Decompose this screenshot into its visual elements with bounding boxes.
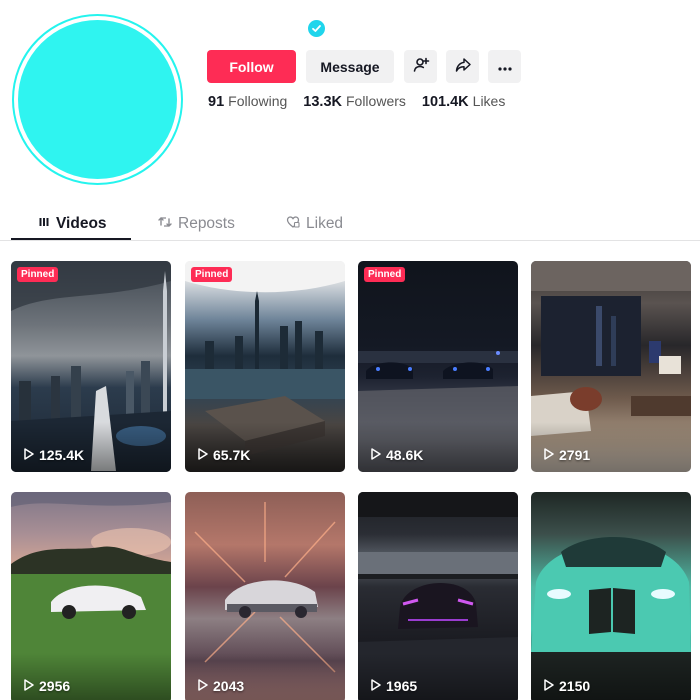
share-button[interactable] (446, 50, 479, 83)
repost-icon (158, 215, 172, 234)
more-icon (497, 59, 513, 75)
view-count-value: 2150 (559, 678, 591, 694)
view-count: 1965 (371, 678, 417, 694)
view-count-value: 125.4K (39, 447, 85, 463)
tab-reposts[interactable]: Reposts (158, 211, 235, 237)
share-icon (454, 56, 472, 77)
tab-videos-label: Videos (56, 215, 107, 232)
video-card[interactable]: Pinned 125.4K (11, 261, 171, 472)
avatar[interactable] (12, 14, 183, 185)
likes-stat: 101.4K Likes (421, 93, 506, 110)
view-count-value: 2791 (559, 447, 591, 463)
video-card[interactable]: 2150 (531, 492, 691, 700)
pinned-badge: Pinned (191, 267, 233, 282)
view-count-value: 48.6K (386, 447, 424, 463)
liked-icon (286, 215, 300, 234)
tab-videos[interactable]: Videos (38, 211, 107, 237)
video-card[interactable]: Pinned 65.7K (185, 261, 345, 472)
followers-stat[interactable]: 13.3K Followers (303, 93, 406, 110)
follow-button[interactable]: Follow (207, 50, 296, 83)
add-friend-button[interactable] (404, 50, 437, 83)
profile-stats: 91 Following 13.3K Followers 101.4K Likes (208, 93, 505, 110)
video-card[interactable]: 2791 (531, 261, 691, 472)
following-stat[interactable]: 91 Following (208, 93, 287, 110)
play-icon (24, 447, 34, 463)
video-card[interactable]: Pinned 48.6K (358, 261, 518, 472)
active-tab-indicator (11, 238, 131, 240)
video-card[interactable]: 2043 (185, 492, 345, 700)
play-icon (544, 447, 554, 463)
view-count: 48.6K (371, 447, 423, 463)
message-button[interactable]: Message (306, 50, 394, 83)
play-icon (544, 678, 554, 694)
tab-liked[interactable]: Liked (286, 211, 343, 237)
view-count: 2956 (24, 678, 70, 694)
play-icon (198, 678, 208, 694)
view-count: 2150 (544, 678, 590, 694)
tab-reposts-label: Reposts (178, 215, 235, 232)
play-icon (371, 447, 381, 463)
view-count-value: 2956 (39, 678, 71, 694)
play-icon (198, 447, 208, 463)
add-user-icon (412, 56, 430, 77)
view-count: 65.7K (198, 447, 250, 463)
avatar-image (18, 20, 177, 179)
tab-liked-label: Liked (306, 215, 344, 232)
view-count: 2043 (198, 678, 244, 694)
videos-grid-icon (38, 215, 50, 233)
profile-tabs: Videos Reposts Liked (0, 205, 700, 241)
pinned-badge: Pinned (364, 267, 406, 282)
view-count-value: 2043 (213, 678, 245, 694)
video-card[interactable]: 1965 (358, 492, 518, 700)
video-card[interactable]: 2956 (11, 492, 171, 700)
view-count-value: 1965 (386, 678, 418, 694)
view-count: 125.4K (24, 447, 84, 463)
view-count-value: 65.7K (213, 447, 251, 463)
pinned-badge: Pinned (17, 267, 59, 282)
view-count: 2791 (544, 447, 590, 463)
play-icon (24, 678, 34, 694)
play-icon (371, 678, 381, 694)
more-options-button[interactable] (488, 50, 521, 83)
verified-badge-icon (308, 20, 325, 37)
